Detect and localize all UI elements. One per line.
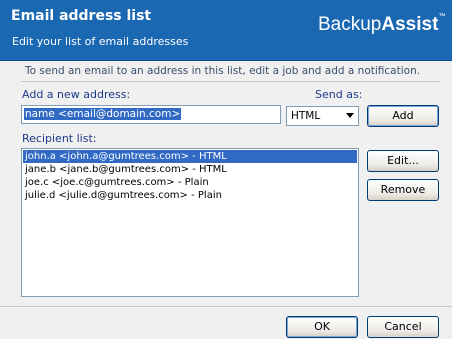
edit-button[interactable]: Edit... [367, 150, 439, 172]
logo-text-backup: Backup [318, 14, 382, 35]
list-item[interactable]: julie.d <julie.d@gumtrees.com> - Plain [23, 189, 357, 202]
logo-text-assist: Assist [381, 14, 439, 35]
dialog-subtitle: Edit your list of email addresses [12, 35, 189, 48]
divider [21, 81, 440, 82]
dialog-footer: OK Cancel [0, 306, 452, 339]
ok-button[interactable]: OK [286, 316, 358, 338]
backupassist-logo: BackupAssist™ [318, 13, 446, 36]
send-as-selected-value: HTML [291, 110, 321, 122]
remove-button[interactable]: Remove [367, 179, 439, 201]
list-item[interactable]: john.a <john.a@gumtrees.com> - HTML [23, 150, 357, 163]
list-item[interactable]: jane.b <jane.b@gumtrees.com> - HTML [23, 163, 357, 176]
chevron-down-icon[interactable] [346, 113, 354, 118]
list-item[interactable]: joe.c <joe.c@gumtrees.com> - Plain [23, 176, 357, 189]
send-as-select[interactable]: HTML [286, 106, 359, 126]
add-button[interactable]: Add [367, 105, 439, 127]
add-address-label: Add a new address: [22, 88, 131, 101]
send-as-label: Send as: [315, 88, 363, 101]
recipient-list[interactable]: john.a <john.a@gumtrees.com> - HTML jane… [21, 148, 359, 297]
new-address-input[interactable]: name <email@domain.com> [21, 105, 281, 124]
recipient-list-label: Recipient list: [22, 132, 97, 145]
dialog-title: Email address list [11, 8, 152, 24]
instruction-text: To send an email to an address in this l… [25, 65, 421, 77]
cancel-button[interactable]: Cancel [367, 316, 439, 338]
new-address-input-value: name <email@domain.com> [24, 108, 182, 120]
logo-trademark: ™ [438, 13, 446, 20]
dialog-header: Email address list Edit your list of ema… [0, 0, 452, 61]
